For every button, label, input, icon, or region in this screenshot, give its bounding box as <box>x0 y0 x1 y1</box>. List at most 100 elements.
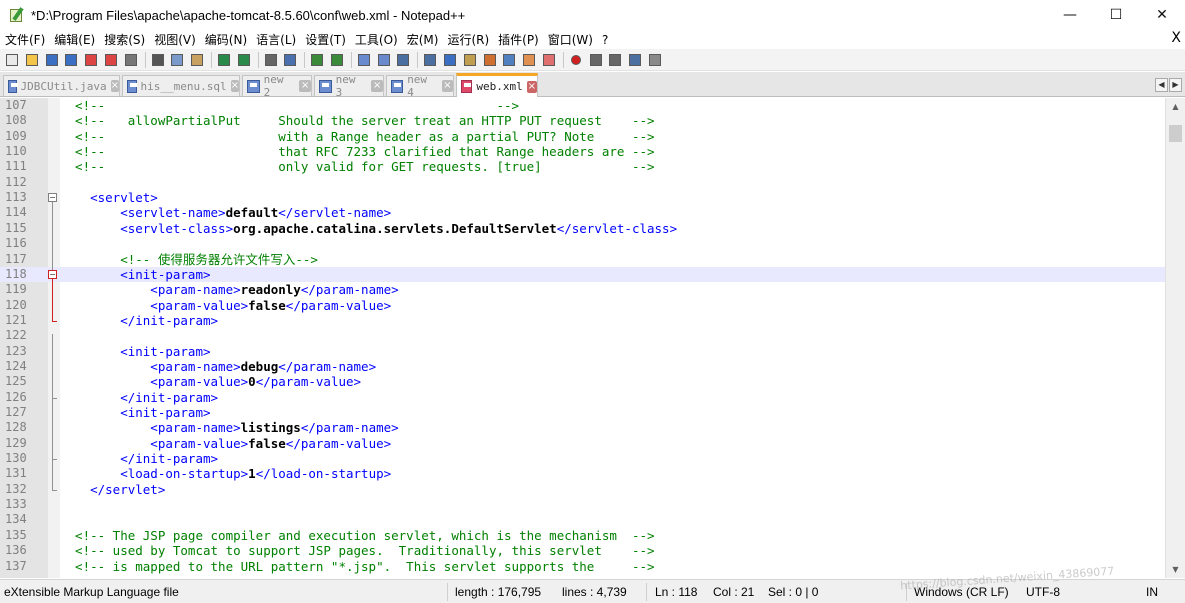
word-wrap-icon[interactable] <box>395 52 411 68</box>
minimize-button[interactable]: — <box>1047 0 1093 30</box>
vertical-scrollbar[interactable]: ▲ ▼ <box>1165 98 1185 578</box>
code-line[interactable]: 109 <!-- with a Range header as a partia… <box>0 129 1165 144</box>
code-line[interactable]: 128 <param-name>listings</param-name> <box>0 420 1165 435</box>
close-window-button[interactable]: ✕ <box>1139 0 1185 30</box>
code-line[interactable]: 108 <!-- allowPartialPut Should the serv… <box>0 113 1165 128</box>
save-macro-icon[interactable] <box>647 52 663 68</box>
code-line[interactable]: 111 <!-- only valid for GET requests. [t… <box>0 159 1165 174</box>
tab-close-icon[interactable]: × <box>230 80 239 92</box>
tab-his-menu[interactable]: his__menu.sql × <box>122 75 240 96</box>
menu-edit[interactable]: 编辑(E) <box>49 31 99 48</box>
code-line[interactable]: 132 </servlet> <box>0 482 1165 497</box>
code-line[interactable]: 133 <box>0 497 1165 512</box>
user-lang-icon[interactable] <box>462 52 478 68</box>
play-macro-icon[interactable] <box>607 52 623 68</box>
menu-language[interactable]: 语言(L) <box>251 31 300 48</box>
fold-toggle-icon[interactable]: − <box>48 193 57 203</box>
new-file-icon[interactable] <box>4 52 20 68</box>
code-line[interactable]: 129 <param-value>false</param-value> <box>0 436 1165 451</box>
print-icon[interactable] <box>123 52 139 68</box>
code-line[interactable]: 134 <box>0 512 1165 527</box>
tab-web-xml[interactable]: web.xml × <box>456 73 538 97</box>
code-line[interactable]: 130 </init-param> <box>0 451 1165 466</box>
open-file-icon[interactable] <box>24 52 40 68</box>
cut-icon[interactable] <box>150 52 166 68</box>
close-all-icon[interactable] <box>103 52 119 68</box>
code-line[interactable]: 118 <init-param> <box>0 266 1165 283</box>
scroll-down-icon[interactable]: ▼ <box>1166 561 1185 578</box>
redo-icon[interactable] <box>236 52 252 68</box>
menu-plugins[interactable]: 插件(P) <box>493 31 543 48</box>
menu-tools[interactable]: 工具(O) <box>350 31 402 48</box>
code-line[interactable]: 113 <servlet> <box>0 190 1165 205</box>
monitor-icon[interactable] <box>541 52 557 68</box>
sync-vertical-icon[interactable] <box>356 52 372 68</box>
status-encoding[interactable]: UTF-8 <box>1026 585 1060 599</box>
copy-icon[interactable] <box>169 52 185 68</box>
zoom-out-icon[interactable] <box>329 52 345 68</box>
tab-close-icon[interactable]: × <box>526 80 537 93</box>
menu-encoding[interactable]: 编码(N) <box>200 31 251 48</box>
tab-close-icon[interactable]: × <box>110 80 119 92</box>
code-line[interactable]: 122 <box>0 328 1165 343</box>
zoom-in-icon[interactable] <box>309 52 325 68</box>
code-line[interactable]: 137 <!-- is mapped to the URL pattern "*… <box>0 559 1165 574</box>
save-icon[interactable] <box>44 52 60 68</box>
record-macro-icon[interactable] <box>568 52 584 68</box>
doc-map-icon[interactable] <box>482 52 498 68</box>
menu-search[interactable]: 搜索(S) <box>99 31 149 48</box>
code-line[interactable]: 136 <!-- used by Tomcat to support JSP p… <box>0 543 1165 558</box>
tab-close-icon[interactable]: × <box>299 80 311 92</box>
scrollbar-thumb[interactable] <box>1169 125 1182 142</box>
find-icon[interactable] <box>263 52 279 68</box>
fold-toggle-icon[interactable]: − <box>48 269 57 279</box>
paste-icon[interactable] <box>189 52 205 68</box>
tab-close-icon[interactable]: × <box>371 80 383 92</box>
code-line[interactable]: 110 <!-- that RFC 7233 clarified that Ra… <box>0 144 1165 159</box>
code-line[interactable]: 107 <!-- --> <box>0 98 1165 113</box>
stop-macro-icon[interactable] <box>588 52 604 68</box>
folder-workspace-icon[interactable] <box>521 52 537 68</box>
code-line[interactable]: 112 <box>0 175 1165 190</box>
replace-icon[interactable] <box>282 52 298 68</box>
code-line[interactable]: 117 <!-- 使得服务器允许文件写入--> <box>0 252 1165 267</box>
indent-guide-icon[interactable] <box>442 52 458 68</box>
code-line[interactable]: 121 </init-param> <box>0 313 1165 328</box>
tab-new-2[interactable]: new 2 × <box>242 73 312 99</box>
tab-new-3[interactable]: new 3 × <box>314 73 384 99</box>
sync-horizontal-icon[interactable] <box>376 52 392 68</box>
menu-window[interactable]: 窗口(W) <box>543 31 597 48</box>
code-line[interactable]: 114 <servlet-name>default</servlet-name> <box>0 205 1165 220</box>
code-line[interactable]: 116 <box>0 236 1165 251</box>
close-document-button[interactable]: X <box>1171 30 1181 46</box>
code-line[interactable]: 120 <param-value>false</param-value> <box>0 298 1165 313</box>
run-macro-multiple-icon[interactable] <box>627 52 643 68</box>
code-line[interactable]: 135 <!-- The JSP page compiler and execu… <box>0 528 1165 543</box>
menu-settings[interactable]: 设置(T) <box>300 31 350 48</box>
save-all-icon[interactable] <box>63 52 79 68</box>
undo-icon[interactable] <box>216 52 232 68</box>
code-line[interactable]: 127 <init-param> <box>0 405 1165 420</box>
code-line[interactable]: 126 </init-param> <box>0 390 1165 405</box>
menu-help[interactable]: ? <box>597 33 612 47</box>
tab-scroll-left-button[interactable]: ◀ <box>1155 78 1168 92</box>
tab-jdbcutil[interactable]: JDBCUtil.java × <box>3 75 120 96</box>
menu-view[interactable]: 视图(V) <box>149 31 200 48</box>
code-line[interactable]: 124 <param-name>debug</param-name> <box>0 359 1165 374</box>
tab-new-4[interactable]: new 4 × <box>386 73 454 99</box>
close-icon[interactable] <box>83 52 99 68</box>
function-list-icon[interactable] <box>501 52 517 68</box>
code-line[interactable]: 115 <servlet-class>org.apache.catalina.s… <box>0 221 1165 236</box>
show-all-chars-icon[interactable] <box>422 52 438 68</box>
code-line[interactable]: 123 <init-param> <box>0 344 1165 359</box>
menu-macro[interactable]: 宏(M) <box>402 31 443 48</box>
tab-scroll-right-button[interactable]: ▶ <box>1169 78 1182 92</box>
menu-file[interactable]: 文件(F) <box>0 31 49 48</box>
maximize-button[interactable]: ☐ <box>1093 0 1139 30</box>
menu-run[interactable]: 运行(R) <box>442 31 493 48</box>
tab-close-icon[interactable]: × <box>441 80 453 92</box>
scroll-up-icon[interactable]: ▲ <box>1166 98 1185 115</box>
code-line[interactable]: 125 <param-value>0</param-value> <box>0 374 1165 389</box>
code-line[interactable]: 119 <param-name>readonly</param-name> <box>0 282 1165 297</box>
editor-pane[interactable]: 107 <!-- --> 108 <!-- allowPartialPut Sho… <box>0 98 1165 578</box>
